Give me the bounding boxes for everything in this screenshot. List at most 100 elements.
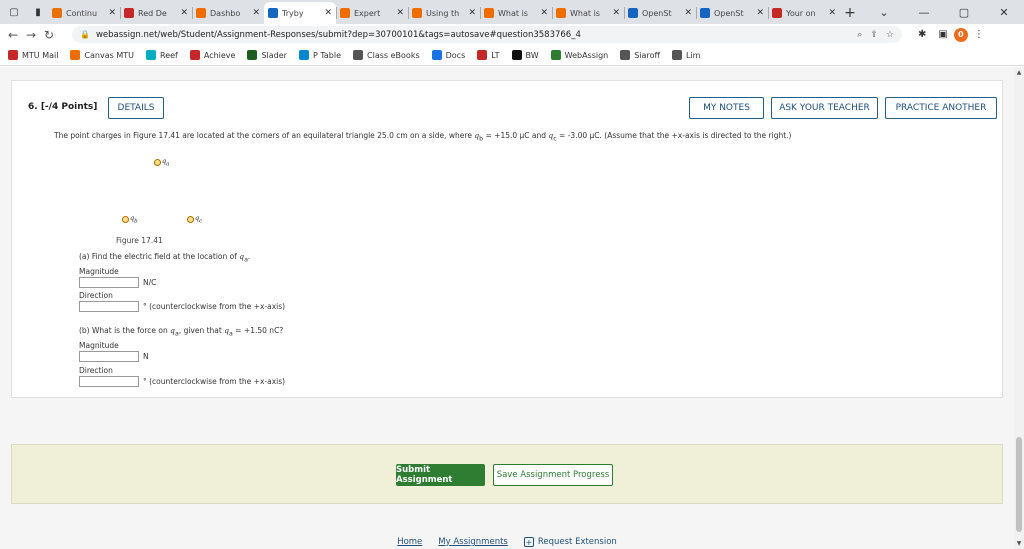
bookmark-item[interactable]: Docs [431,50,466,60]
submit-bar: Submit Assignment Save Assignment Progre… [11,444,1003,504]
gmail-icon [8,50,18,60]
bookmark-label: WebAssign [564,50,609,60]
browser-tab[interactable]: Dashbo ✕ [192,2,264,24]
menu-kebab-icon[interactable]: ⋮ [974,29,984,40]
reload-icon[interactable]: ↻ [40,28,58,42]
bookmark-star-icon[interactable]: ☆ [886,30,894,40]
details-button[interactable]: DETAILS [108,97,164,119]
browser-tab[interactable]: Continu ✕ [48,2,120,24]
tab-close-icon[interactable]: ✕ [396,8,404,18]
scrollbar-thumb[interactable] [1016,437,1022,532]
tab-title: Red De [138,8,167,18]
home-link[interactable]: Home [397,537,422,547]
chegg-icon [340,8,350,18]
browser-tab[interactable]: Using th ✕ [408,2,480,24]
my-assignments-link[interactable]: My Assignments [438,537,508,547]
close-window-button[interactable]: ✕ [984,6,1024,19]
pinned-tab-icon[interactable]: ▮ [30,4,46,20]
charge-dot [122,215,129,223]
bookmark-item[interactable]: LT [477,50,500,60]
side-panel-icon[interactable]: ▣ [938,29,947,40]
tab-close-icon[interactable]: ✕ [684,8,692,18]
tab-close-icon[interactable]: ✕ [180,8,188,18]
my-notes-button[interactable]: MY NOTES [689,97,764,119]
part-b-direction-input[interactable] [79,376,139,387]
share-icon[interactable]: ⇪ [870,30,878,40]
ptable-icon [298,50,309,60]
tab-close-icon[interactable]: ✕ [468,8,476,18]
page-scrollbar[interactable]: ▲ ▼ [1014,67,1024,549]
browser-tab[interactable]: Tryby ✕ [264,2,336,24]
browser-tab[interactable]: Your on ✕ [768,2,840,24]
bookmark-item[interactable]: Class eBooks [353,50,420,60]
tab-close-icon[interactable]: ✕ [540,8,548,18]
tab-close-icon[interactable]: ✕ [828,8,836,18]
browser-tab[interactable]: Red De ✕ [120,2,192,24]
browser-tab[interactable]: What is ✕ [480,2,552,24]
bookmark-item[interactable]: Slader [247,50,287,60]
submit-assignment-button[interactable]: Submit Assignment [396,464,485,486]
charge-dot [187,215,194,223]
back-arrow-icon[interactable]: ← [4,28,22,42]
bookmark-label: Reef [160,50,178,60]
tab-list-icon[interactable]: ⌄ [864,6,904,19]
bookmark-item[interactable]: WebAssign [550,50,609,60]
scroll-down-arrow-icon[interactable]: ▼ [1014,540,1024,547]
tab-close-icon[interactable]: ✕ [756,8,764,18]
tab-close-icon[interactable]: ✕ [108,8,116,18]
bookmark-item[interactable]: Canvas MTU [70,50,134,60]
address-row: ← → ↻ 🔒 webassign.net/web/Student/Assign… [0,24,1024,45]
bookmark-item[interactable]: Reef [146,50,178,60]
tab-search-icon[interactable]: ▢ [6,4,22,20]
bookmark-label: Achieve [203,50,236,60]
bookmark-label: Siaroff [634,50,660,60]
new-tab-button[interactable]: + [840,2,860,24]
part-a-direction-input[interactable] [79,301,139,312]
scroll-up-arrow-icon[interactable]: ▲ [1014,69,1024,76]
forward-arrow-icon[interactable]: → [22,28,40,42]
save-progress-button[interactable]: Save Assignment Progress [493,464,613,486]
maximize-button[interactable]: ▢ [944,6,984,19]
part-a-magnitude-label: Magnitude [79,267,119,276]
browser-tab[interactable]: Expert ✕ [336,2,408,24]
zoom-icon[interactable]: ⌕ [857,30,862,40]
bookmark-item[interactable]: Achieve [189,50,236,60]
request-extension-link[interactable]: + Request Extension [523,537,617,547]
bookmark-item[interactable]: Lim [671,50,700,60]
part-b-magnitude-input[interactable] [79,351,139,362]
page-footer: Home My Assignments + Request Extension [0,535,1014,549]
browser-tab[interactable]: OpenSt ✕ [624,2,696,24]
vg-icon [124,8,134,18]
tab-title: Tryby [282,8,304,18]
figure-caption: Figure 17.41 [116,236,163,245]
tab-title: What is [498,8,528,18]
practice-another-button[interactable]: PRACTICE ANOTHER [885,97,997,119]
gmail-icon [772,8,782,18]
docs-icon [431,50,442,60]
part-b-prompt: (b) What is the force on qa, given that … [79,326,284,338]
ask-teacher-button[interactable]: ASK YOUR TEACHER [771,97,878,119]
bookmark-item[interactable]: Siaroff [620,50,660,60]
url-text[interactable]: webassign.net/web/Student/Assignment-Res… [96,30,849,40]
browser-tab[interactable]: OpenSt ✕ [696,2,768,24]
tab-close-icon[interactable]: ✕ [612,8,620,18]
extensions-icon[interactable]: ✱ [918,29,926,40]
browser-tab[interactable]: What is ✕ [552,2,624,24]
address-bar[interactable]: 🔒 webassign.net/web/Student/Assignment-R… [72,26,902,43]
bookmark-item[interactable]: P Table [298,50,341,60]
canvas-icon [196,8,206,18]
tab-close-icon[interactable]: ✕ [324,8,332,18]
tab-close-icon[interactable]: ✕ [252,8,260,18]
question-card: 6. [-/4 Points] DETAILS MY NOTES ASK YOU… [11,80,1003,398]
profile-avatar[interactable]: 0 [953,27,968,42]
lock-icon[interactable]: 🔒 [80,30,90,39]
bookmark-label: Docs [445,50,466,60]
webassign-icon [550,50,561,60]
tab-title: What is [570,8,600,18]
part-a-magnitude-input[interactable] [79,277,139,288]
bookmark-item[interactable]: BW [511,50,539,60]
part-b-magnitude-unit: N [143,352,149,361]
minimize-button[interactable]: — [904,6,944,19]
part-a-direction-label: Direction [79,291,113,300]
bookmark-item[interactable]: MTU Mail [8,50,58,60]
